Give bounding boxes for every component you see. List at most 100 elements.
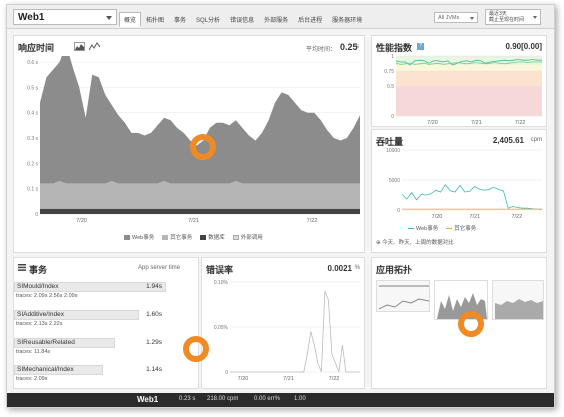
tab-environment[interactable]: 服务器环境 xyxy=(327,12,367,27)
apdex-value: 0.90[0.00] xyxy=(505,42,542,51)
area-chart-icon[interactable] xyxy=(74,42,85,51)
throughput-unit: cpm xyxy=(530,137,542,143)
time-range-line2: 截止至现在时间 xyxy=(489,17,525,23)
area-series-1[interactable] xyxy=(40,181,360,209)
transaction-traces[interactable]: traces: 11.84s xyxy=(16,349,50,355)
topology-node-sparkline xyxy=(495,299,543,319)
topology-node[interactable] xyxy=(376,280,430,312)
footer-error-rate: 0.00 err% xyxy=(254,396,281,402)
topology-node-sparkline xyxy=(378,285,430,310)
transaction-time: 1.29s xyxy=(146,339,162,346)
throughput-legend: Web事务 其它事务 xyxy=(408,224,476,232)
error-rate-chart[interactable]: 0.10% 0.05% 0 7/20 7/21 7/22 xyxy=(202,278,366,386)
x-tick-label: 7/21 xyxy=(469,214,480,220)
error-rate-value: 0.0021 xyxy=(327,264,352,273)
time-range-selector[interactable]: 最近3天 截止至现在时间 xyxy=(485,9,541,25)
avg-time-value: 0.25 xyxy=(340,42,358,52)
jvm-selector[interactable]: All JVMs xyxy=(434,12,478,23)
transaction-traces[interactable]: traces: 2.09s 2.56s 2.09s xyxy=(16,293,77,299)
chevron-down-icon xyxy=(533,16,537,19)
tab-topology[interactable]: 拓扑图 xyxy=(141,12,169,27)
legend-item[interactable]: Web事务 xyxy=(124,233,154,241)
tab-sql[interactable]: SQL分析 xyxy=(191,12,225,27)
main-tabs: 概览 拓扑图 事务 SQL分析 错误信息 外部服务 后台进程 服务器环境 xyxy=(119,12,367,27)
y-tick-label: 0.5 xyxy=(387,84,394,90)
tab-background[interactable]: 后台进程 xyxy=(293,12,327,27)
response-time-legend: Web事务 其它事务 数据库 外部调用 xyxy=(124,233,263,241)
y-tick-label: 0.10% xyxy=(214,280,229,286)
highlight-marker xyxy=(183,336,209,362)
help-icon[interactable]: ? xyxy=(417,43,424,50)
y-tick-label: 0 xyxy=(35,212,38,218)
y-tick-label: 0.4 s xyxy=(27,111,38,117)
y-tick-label: 0.3 s xyxy=(27,136,38,142)
apdex-chart[interactable]: 1 0.75 0.5 0 7/20 7/21 7/22 xyxy=(372,52,548,128)
avg-time-unit: s xyxy=(356,44,359,50)
x-tick-label: 7/22 xyxy=(307,218,318,224)
y-tick-label: 0 xyxy=(391,114,394,120)
x-tick-label: 7/22 xyxy=(329,376,340,382)
x-tick-label: 7/21 xyxy=(188,218,199,224)
legend-item[interactable]: Web事务 xyxy=(408,224,438,232)
y-tick-label: 0.05% xyxy=(214,325,229,331)
y-tick-label: 0.2 s xyxy=(27,161,38,167)
legend-item[interactable]: 其它事务 xyxy=(446,224,476,232)
transaction-traces[interactable]: traces: 2.13s 2.22s xyxy=(16,321,62,327)
sort-label[interactable]: App server time xyxy=(138,265,180,271)
area-series-2[interactable] xyxy=(40,208,360,214)
chevron-down-icon xyxy=(106,16,112,20)
app-window: Web1 概览 拓扑图 事务 SQL分析 错误信息 外部服务 后台进程 服务器环… xyxy=(6,4,555,408)
transaction-traces[interactable]: traces: 2.09s xyxy=(16,376,48,382)
tab-errors[interactable]: 错误信息 xyxy=(225,12,259,27)
tab-external[interactable]: 外部服务 xyxy=(259,12,293,27)
x-tick-label: 7/22 xyxy=(511,214,522,220)
compare-icon: ⊕ xyxy=(376,240,381,246)
threshold-band xyxy=(396,86,542,116)
transactions-panel: 事务 App server time SIMould/Index 1.94s t… xyxy=(13,257,199,389)
y-tick-label: 1 xyxy=(391,54,394,60)
topology-title: 应用拓扑 xyxy=(376,265,413,275)
footer-app-name[interactable]: Web1 xyxy=(137,395,158,404)
error-rate-title: 错误率 xyxy=(206,265,234,275)
footer-throughput: 218.00 cpm xyxy=(207,396,239,402)
chevron-down-icon xyxy=(470,17,474,20)
tab-transactions[interactable]: 事务 xyxy=(169,12,191,27)
y-tick-label: 0.5 s xyxy=(27,85,38,91)
app-selector[interactable]: Web1 xyxy=(13,9,117,25)
threshold-band xyxy=(396,71,542,86)
footer-apdex: 1.00 xyxy=(294,396,306,402)
status-bar: Web1 0.23 s 218.00 cpm 0.00 err% 1.00 xyxy=(7,393,554,407)
x-tick-label: 7/20 xyxy=(427,120,438,126)
throughput-panel: 吞吐量 2,405.61 cpm 10000 5000 0 7/20 7/21 7/22 … xyxy=(371,129,547,253)
y-tick-label: 0 xyxy=(225,370,228,376)
transactions-title: 事务 xyxy=(29,265,48,275)
avg-time-label: 平均时间： xyxy=(306,47,337,53)
transaction-time: 1.14s xyxy=(146,366,162,373)
transaction-name: SIMechanical/Index xyxy=(17,366,74,373)
x-tick-label: 7/22 xyxy=(515,120,526,126)
x-tick-label: 7/20 xyxy=(76,218,87,224)
y-tick-label: 0.75 xyxy=(384,69,394,75)
legend-item[interactable]: 其它事务 xyxy=(162,233,192,241)
throughput-chart[interactable]: 10000 5000 0 7/20 7/21 7/22 xyxy=(372,146,548,222)
y-tick-label: 5000 xyxy=(389,178,400,184)
threshold-band xyxy=(396,65,542,71)
response-time-title: 响应时间 xyxy=(18,43,55,53)
legend-item[interactable]: 外部调用 xyxy=(232,233,263,241)
legend-item[interactable]: 数据库 xyxy=(200,233,225,241)
compare-note[interactable]: ⊕ 今天、昨天、上周的数据对比 xyxy=(376,238,454,246)
x-tick-label: 7/20 xyxy=(238,376,249,382)
topology-node[interactable] xyxy=(492,280,544,320)
tab-overview[interactable]: 概览 xyxy=(119,12,142,27)
list-icon xyxy=(18,264,26,271)
app-name: Web1 xyxy=(18,12,45,23)
transaction-name: SIAdditive/Index xyxy=(17,311,64,318)
footer-response-time: 0.23 s xyxy=(179,396,196,402)
response-time-panel: 响应时间 平均时间： 0.25 s 0.6 s 0.5 s 0.4 s 0.3 s 0.… xyxy=(13,35,365,253)
line-chart-icon[interactable] xyxy=(88,42,101,51)
jvm-selector-value: All JVMs xyxy=(438,15,460,21)
x-tick-label: 7/21 xyxy=(283,376,294,382)
transaction-name: SIReusable/Related xyxy=(17,339,75,346)
highlight-marker xyxy=(458,311,484,337)
error-rate-unit: % xyxy=(354,265,360,271)
